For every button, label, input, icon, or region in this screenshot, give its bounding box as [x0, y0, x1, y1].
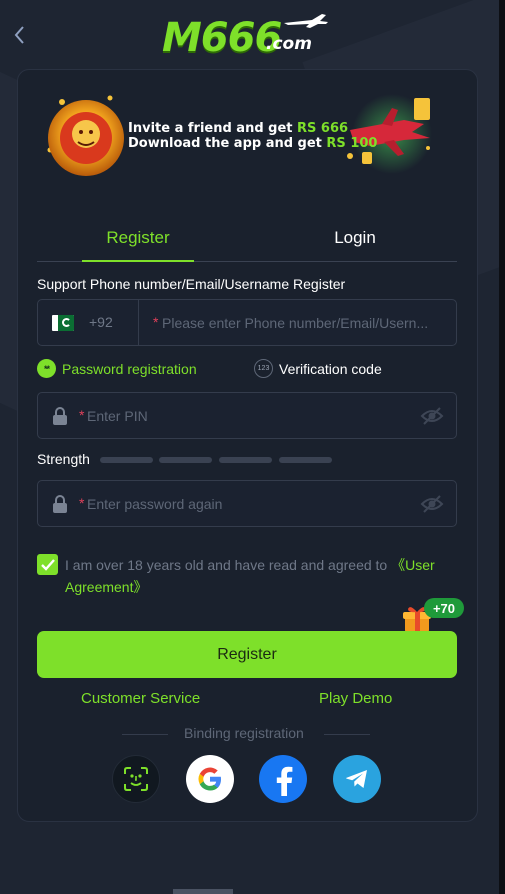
agreement-text: I am over 18 years old and have read and…: [65, 554, 457, 598]
face-id-icon: [124, 767, 148, 791]
strength-bar: [100, 457, 153, 463]
eye-off-icon[interactable]: [420, 494, 444, 514]
age-agreement: I am over 18 years old and have read and…: [37, 554, 457, 598]
lock-icon: [53, 495, 67, 513]
google-icon: [198, 767, 221, 791]
agreement-checkbox[interactable]: [37, 554, 58, 575]
account-input[interactable]: [162, 300, 452, 345]
facebook-button[interactable]: [259, 755, 307, 803]
confirm-password-field: *: [37, 480, 457, 527]
agreement-label: I am over 18 years old and have read and…: [65, 557, 392, 573]
strength-bar: [159, 457, 212, 463]
tab-register[interactable]: Register: [82, 215, 194, 262]
gift-bonus[interactable]: +70: [402, 598, 464, 634]
password-strength: Strength: [37, 451, 337, 469]
country-code[interactable]: +92: [89, 314, 113, 330]
logo-domain-text: .com: [266, 34, 312, 54]
back-button[interactable]: [8, 22, 30, 48]
logo: M666 .com: [162, 10, 332, 64]
header: M666 .com: [0, 0, 499, 68]
required-marker: *: [79, 407, 85, 423]
lock-icon: [53, 407, 67, 425]
window-edge: [499, 0, 505, 894]
telegram-button[interactable]: [333, 755, 381, 803]
register-button[interactable]: Register: [37, 631, 457, 678]
support-label: Support Phone number/Email/Username Regi…: [37, 276, 346, 292]
promo-line2-amount: RS 100: [326, 136, 378, 151]
account-field: +92 *: [37, 299, 457, 346]
divider-line: [324, 734, 370, 735]
mode-verification-label: Verification code: [279, 360, 382, 377]
face-id-button[interactable]: [112, 755, 160, 803]
required-marker: *: [79, 495, 85, 511]
scroll-indicator: [173, 889, 233, 894]
registration-mode: ** Password registration 123 Verificatio…: [37, 359, 457, 381]
mode-password-label: Password registration: [62, 360, 197, 377]
pin-field: *: [37, 392, 457, 439]
verification-mode-icon: 123: [254, 359, 273, 378]
pakistan-flag-icon[interactable]: [52, 315, 74, 331]
strength-bar: [219, 457, 272, 463]
plane-icon: [284, 14, 328, 28]
password-mode-icon: **: [37, 359, 56, 378]
strength-bar: [279, 457, 332, 463]
strength-label: Strength: [37, 451, 90, 467]
logo-main-text: M666: [162, 15, 282, 61]
promo-line2: Download the app and get: [128, 136, 327, 151]
tab-login[interactable]: Login: [299, 215, 411, 261]
required-marker: *: [153, 314, 159, 330]
customer-service-link[interactable]: Customer Service: [81, 690, 200, 707]
promo-line1: Invite a friend and get: [128, 121, 298, 136]
mode-password[interactable]: ** Password registration: [37, 359, 197, 378]
pin-input[interactable]: [87, 393, 407, 438]
promo-text: Invite a friend and get RS 666 Download …: [128, 121, 377, 151]
eye-off-icon[interactable]: [420, 406, 444, 426]
field-divider: [138, 300, 139, 345]
mode-verification[interactable]: 123 Verification code: [254, 359, 382, 378]
divider-line: [122, 734, 168, 735]
confirm-password-input[interactable]: [87, 481, 407, 526]
facebook-icon: [276, 766, 293, 796]
play-demo-link[interactable]: Play Demo: [319, 690, 392, 707]
promo-line1-amount: RS 666: [297, 121, 349, 136]
google-button[interactable]: [186, 755, 234, 803]
binding-registration: Binding registration: [122, 725, 370, 743]
gift-badge: +70: [424, 598, 464, 618]
chevron-left-icon: [14, 26, 24, 44]
auth-tabs: Register Login: [37, 215, 457, 262]
telegram-icon: [346, 770, 367, 788]
footer-links: Customer Service Play Demo: [37, 690, 457, 710]
binding-label: Binding registration: [184, 725, 304, 741]
promo-banner[interactable]: Invite a friend and get RS 666 Download …: [32, 90, 452, 180]
checkmark-icon: [40, 558, 55, 571]
